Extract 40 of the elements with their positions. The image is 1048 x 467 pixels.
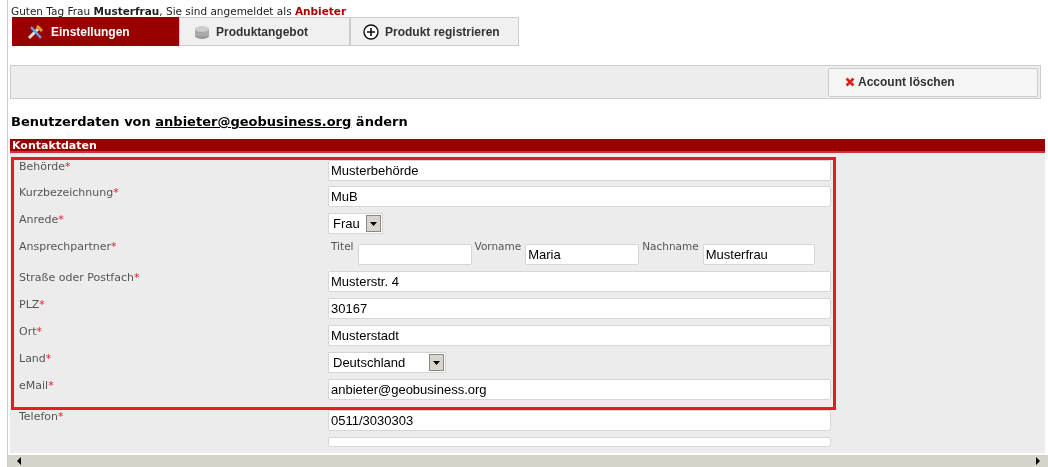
scroll-right-icon[interactable] <box>1033 455 1043 467</box>
field-label: PLZ* <box>19 298 45 311</box>
select-field[interactable]: Frau <box>328 213 383 234</box>
field-label: Telefon* <box>19 410 64 423</box>
text-field[interactable]: 30167 <box>328 298 831 319</box>
field-label: eMail* <box>19 379 54 392</box>
tools-icon <box>27 23 45 40</box>
tab[interactable]: Produkt registrieren <box>350 17 519 46</box>
tab[interactable]: Produktangebot <box>179 17 350 46</box>
section-header: Kontaktdaten <box>10 139 1045 153</box>
field-label: Ansprechpartner* <box>19 240 117 253</box>
field-label: Kurzbezeichnung* <box>19 186 119 199</box>
text-field[interactable]: Maria <box>525 244 640 265</box>
add-circle-icon <box>363 23 379 40</box>
page-heading: Benutzerdaten von anbieter@geobusiness.org ändern <box>11 114 408 129</box>
text-field[interactable]: anbieter@geobusiness.org <box>328 379 831 400</box>
sub-label: Titel <box>331 240 354 252</box>
text-field[interactable]: MuB <box>328 186 831 207</box>
field-label: Ort* <box>19 325 42 338</box>
text-field[interactable]: Musterfrau <box>702 244 815 265</box>
greeting-text: Guten Tag Frau Musterfrau, Sie sind angemeldet als Anbieter <box>10 4 348 18</box>
field-label: Behörde* <box>19 160 71 173</box>
sub-label: Vorname <box>474 240 522 252</box>
horizontal-scrollbar[interactable] <box>8 455 1048 467</box>
sub-label: Nachname <box>642 240 699 252</box>
delete-account-button[interactable]: Account löschen <box>828 67 1038 97</box>
text-field[interactable] <box>328 437 831 447</box>
field-label: Straße oder Postfach* <box>19 271 140 284</box>
disk-stack-icon <box>194 23 210 40</box>
text-field[interactable]: 0511/3030303 <box>328 410 831 431</box>
text-field[interactable]: Musterstr. 4 <box>328 271 831 292</box>
close-icon <box>845 77 855 87</box>
tab[interactable]: Einstellungen <box>12 17 179 46</box>
text-field[interactable]: Musterstadt <box>328 325 831 346</box>
select-field[interactable]: Deutschland <box>328 352 446 373</box>
field-label: Anrede* <box>19 213 64 226</box>
text-field[interactable]: Musterbehörde <box>328 160 831 181</box>
text-field[interactable] <box>357 244 472 265</box>
email-link[interactable]: anbieter@geobusiness.org <box>155 114 352 129</box>
field-label: Land* <box>19 352 52 365</box>
